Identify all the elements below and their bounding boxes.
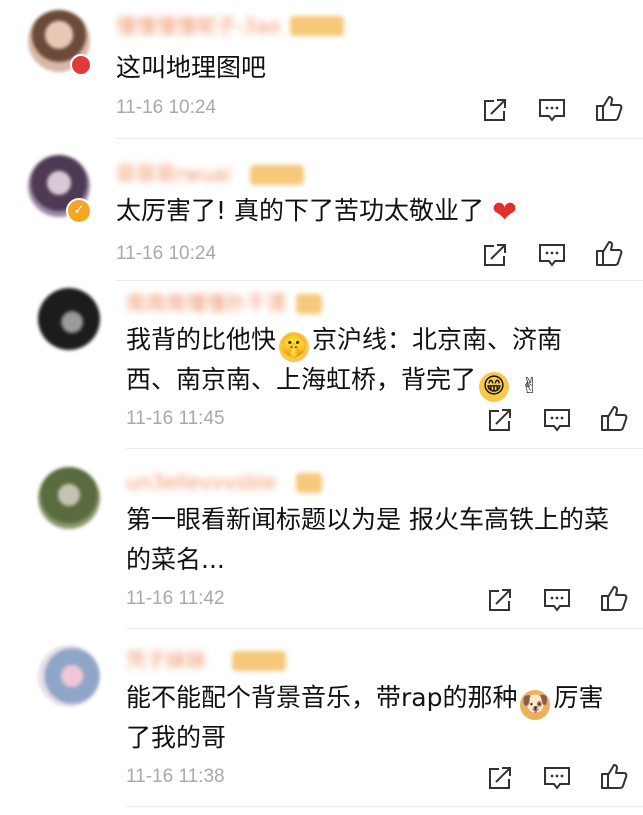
comment-text: 能不能配个背景音乐，带rap的那种 🐶 厉害 (126, 678, 603, 720)
comment-text: 西、南京南、上海虹桥，背完了 😁 ✌ (126, 360, 548, 402)
red-heart-emoji-icon: ❤ (491, 195, 518, 230)
level-badge (232, 651, 286, 671)
comment-text-line: 能不能配个背景音乐，带rap的那种 (126, 683, 518, 712)
level-badge (290, 16, 344, 36)
comment-time: 11-16 10:24 (116, 97, 217, 118)
comment-text-line: 厉害 (553, 683, 604, 712)
comment-time: 11-16 11:45 (126, 408, 225, 429)
comment-text-line: 第一眼看新闻标题以为是 报火车高铁上的菜 (126, 505, 609, 534)
badge-icon (70, 54, 92, 76)
share-icon[interactable] (480, 95, 510, 125)
level-badge (250, 165, 304, 185)
divider (126, 448, 643, 449)
comment-reply-icon[interactable] (537, 240, 567, 270)
comment-time: 11-16 10:24 (116, 243, 217, 264)
doge-emoji-icon: 🐶 (520, 690, 551, 720)
level-badge (296, 294, 322, 314)
comment-text-line: 的菜名... (126, 545, 225, 574)
thumbs-up-icon[interactable] (599, 583, 629, 613)
comment-text: 第一眼看新闻标题以为是 报火车高铁上的菜 (126, 500, 609, 540)
comment-text: 太厉害了! 真的下了苦功太敬业了 ❤ (116, 191, 517, 233)
comment-time: 11-16 11:42 (126, 588, 225, 609)
comment-text-line: 这叫地理图吧 (116, 53, 267, 82)
comment-reply-icon[interactable] (542, 585, 572, 615)
comment-reply-icon[interactable] (542, 763, 572, 793)
comment-reply-icon[interactable] (537, 95, 567, 125)
share-icon[interactable] (480, 240, 510, 270)
comment-text: 我背的比他快 🤫 京沪线：北京南、济南 (126, 320, 562, 362)
comment-text-line: 京沪线：北京南、济南 (312, 325, 563, 354)
username[interactable]: 菲菲菲rwuai (116, 162, 231, 186)
username[interactable]: 南南南懂懂扑干渭 (126, 291, 286, 315)
thumbs-up-icon[interactable] (594, 93, 624, 123)
avatar[interactable] (38, 288, 100, 350)
divider (126, 628, 643, 629)
avatar[interactable] (38, 645, 100, 707)
divider (116, 280, 643, 281)
shush-face-emoji-icon: 🤫 (279, 332, 310, 362)
grinning-face-emoji-icon: 😁 (479, 372, 510, 402)
username[interactable]: 懂懂懂懂呢子-3ao (116, 14, 280, 38)
comment-time: 11-16 11:38 (126, 766, 225, 787)
divider (116, 138, 643, 139)
divider (126, 806, 643, 807)
comment-text-line: 了我的哥 (126, 723, 227, 752)
share-icon[interactable] (485, 763, 515, 793)
comment-text: 的菜名... (126, 540, 225, 580)
comment-reply-icon[interactable] (542, 405, 572, 435)
username[interactable]: un3ellevvvsble (126, 470, 276, 494)
comment-text-line: 太厉害了! 真的下了苦功太敬业了 (116, 196, 484, 225)
thumbs-up-icon[interactable] (594, 238, 624, 268)
share-icon[interactable] (485, 585, 515, 615)
comment-text-line: 西、南京南、上海虹桥，背完了 (126, 365, 477, 394)
avatar[interactable] (38, 467, 100, 529)
victory-hand-emoji-icon: ✌ (520, 374, 540, 399)
comment-text: 了我的哥 (126, 718, 226, 758)
username[interactable]: 凭子妹妹 (126, 648, 206, 672)
thumbs-up-icon[interactable] (599, 761, 629, 791)
comment-text-line: 我背的比他快 (126, 325, 277, 354)
comment-text: 这叫地理图吧 (116, 48, 266, 88)
share-icon[interactable] (485, 405, 515, 435)
level-badge (296, 473, 322, 493)
verified-icon: ✓ (66, 198, 92, 224)
thumbs-up-icon[interactable] (599, 403, 629, 433)
